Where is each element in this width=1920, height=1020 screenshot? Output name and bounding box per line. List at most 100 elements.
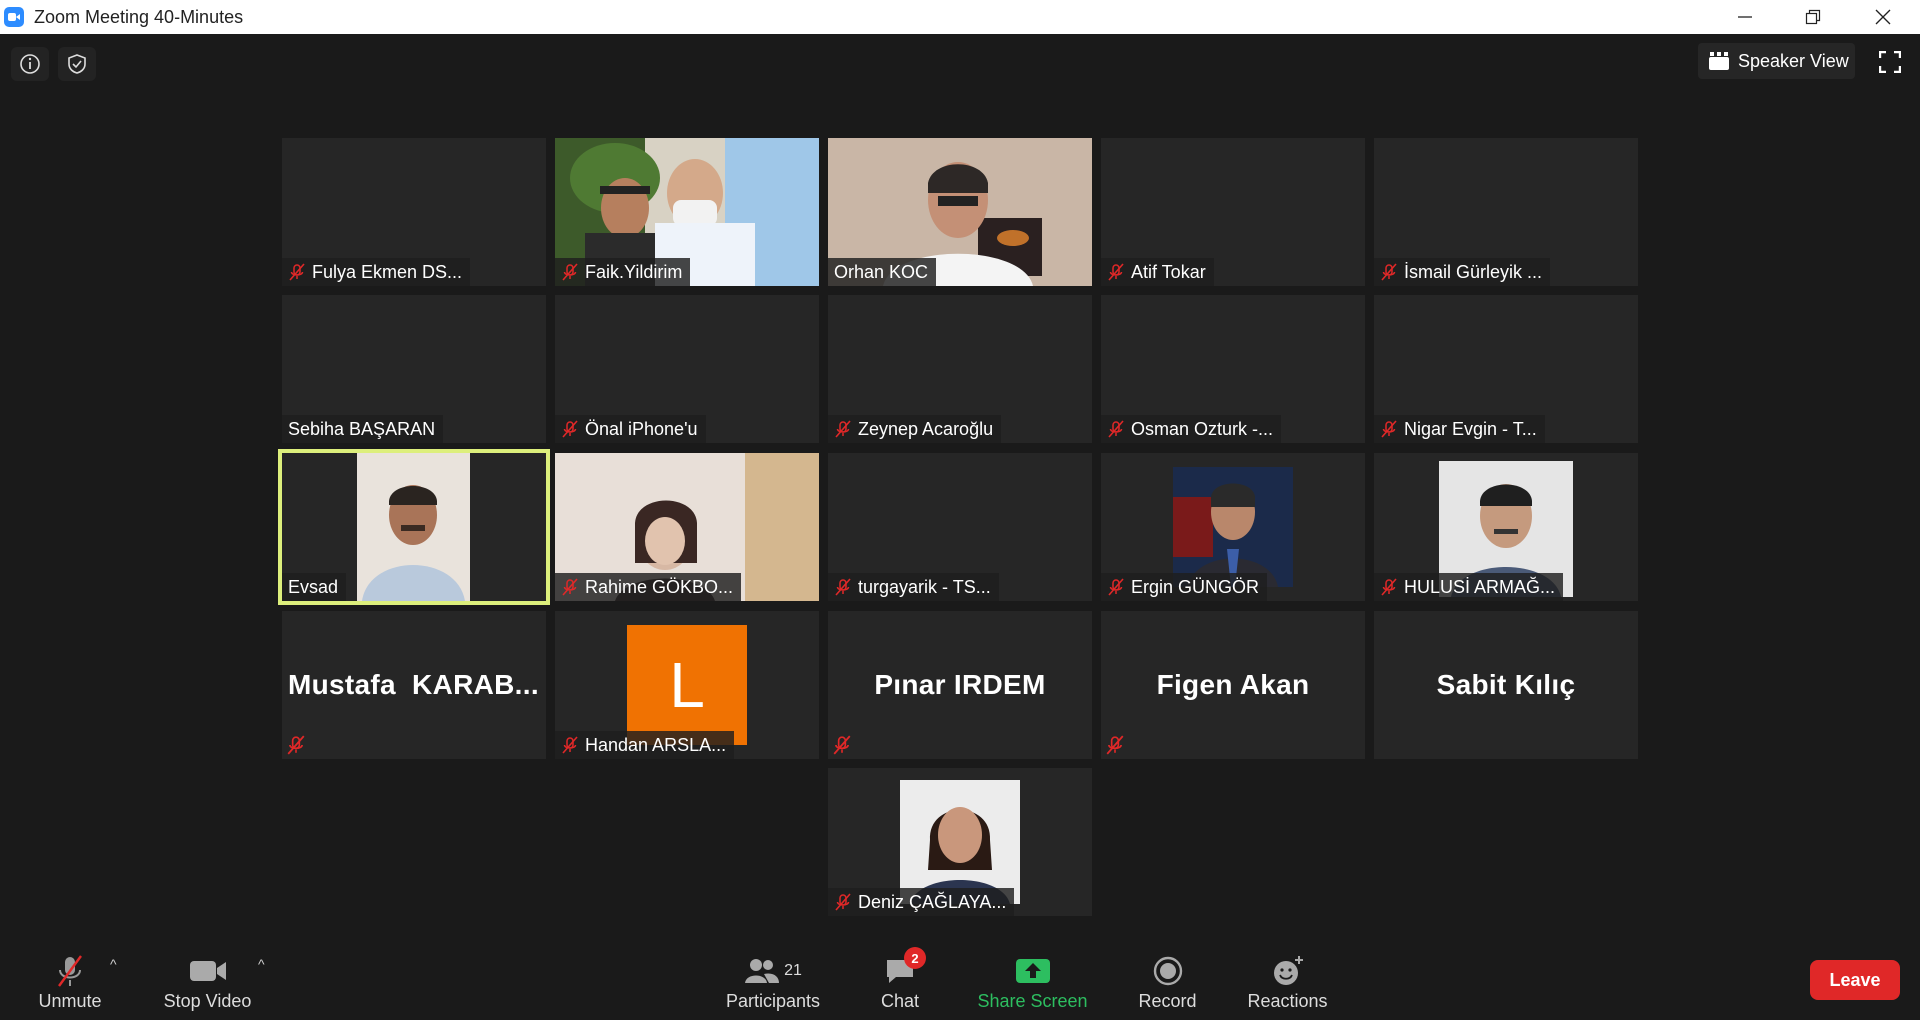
title-bar: Zoom Meeting 40-Minutes	[0, 0, 1920, 34]
minimize-button[interactable]	[1710, 0, 1780, 34]
mic-muted-icon	[287, 735, 305, 755]
participant-tile[interactable]: Sebiha BAŞARAN	[282, 295, 546, 443]
participant-display-name: Sabit Kılıç	[1436, 669, 1576, 700]
mic-muted-icon	[562, 420, 578, 438]
mic-muted-icon	[1108, 578, 1124, 596]
share-screen-button[interactable]: Share Screen	[975, 942, 1090, 1020]
participants-icon	[745, 959, 780, 983]
participant-name-tag: Rahime GÖKBO...	[555, 573, 742, 601]
participant-tile[interactable]: Pınar IRDEM	[828, 611, 1092, 759]
video-camera-icon	[189, 961, 226, 981]
zoom-logo-icon	[4, 7, 24, 27]
info-icon	[20, 54, 40, 74]
profile-photo	[900, 780, 1020, 904]
mic-muted-icon	[1381, 420, 1397, 438]
participant-tile[interactable]: Önal iPhone'u	[555, 295, 819, 443]
participant-tile[interactable]: Figen Akan	[1101, 611, 1365, 759]
record-icon	[1153, 956, 1182, 986]
speaker-view-label: Speaker View	[1738, 50, 1849, 71]
window-title: Zoom Meeting 40-Minutes	[34, 6, 244, 27]
participant-name-tag: Osman Ozturk -...	[1101, 415, 1282, 443]
stop-video-button[interactable]: Stop Video	[155, 942, 260, 1020]
mic-muted-icon	[1108, 420, 1124, 438]
close-icon	[1875, 9, 1891, 25]
mic-muted-icon	[1108, 263, 1124, 281]
participant-tile[interactable]: Mustafa KARAB...	[282, 611, 546, 759]
profile-photo	[1173, 467, 1293, 587]
participant-tile-video[interactable]: Orhan KOC	[828, 138, 1092, 286]
mic-muted-icon	[562, 578, 578, 596]
smiley-plus-icon	[1273, 956, 1303, 985]
participant-name-tag: Orhan KOC	[828, 258, 937, 286]
meeting-info-button[interactable]	[11, 47, 49, 81]
mic-muted-icon	[835, 893, 851, 911]
participant-name-tag: Faik.Yildirim	[555, 258, 691, 286]
participant-tile[interactable]: Zeynep Acaroğlu	[828, 295, 1092, 443]
mic-muted-icon	[1381, 263, 1397, 281]
chat-unread-badge: 2	[904, 947, 926, 969]
participant-name-tag: Zeynep Acaroğlu	[828, 415, 1002, 443]
participant-tile[interactable]: Deniz ÇAĞLAYA...	[828, 768, 1092, 916]
leave-button[interactable]: Leave	[1810, 960, 1900, 1000]
participant-tile[interactable]: turgayarik - TS...	[828, 453, 1092, 601]
restore-button[interactable]	[1778, 0, 1848, 34]
participant-name-tag: HULUSİ ARMAĞ...	[1374, 573, 1564, 601]
participant-name-tag: Ergin GÜNGÖR	[1101, 573, 1268, 601]
mic-muted-icon	[835, 578, 851, 596]
mic-muted-icon	[1381, 578, 1397, 596]
participant-tile[interactable]: HULUSİ ARMAĞ...	[1374, 453, 1638, 601]
participant-tile[interactable]: Nigar Evgin - T...	[1374, 295, 1638, 443]
mic-muted-icon	[58, 955, 82, 987]
security-button[interactable]	[58, 47, 96, 81]
mic-muted-icon	[835, 420, 851, 438]
participant-name-tag: Evsad	[282, 573, 347, 601]
participant-name-tag: Nigar Evgin - T...	[1374, 415, 1545, 443]
mic-muted-icon	[1106, 735, 1124, 755]
meeting-toolbar: Unmute ^ Stop Video ^ 21 Participants 2 …	[0, 942, 1920, 1020]
participant-tile-video[interactable]: Faik.Yildirim	[555, 138, 819, 286]
participant-tile[interactable]: Atif Tokar	[1101, 138, 1365, 286]
participant-tile[interactable]: Sabit Kılıç	[1374, 611, 1638, 759]
participant-name-tag: turgayarik - TS...	[828, 573, 999, 601]
participant-name-tag: Fulya Ekmen DS...	[282, 258, 471, 286]
chat-button[interactable]: 2 Chat	[870, 942, 930, 1020]
participant-display-name: Mustafa KARAB...	[288, 669, 539, 700]
participant-name-tag: Önal iPhone'u	[555, 415, 706, 443]
participants-count: 21	[784, 962, 802, 979]
minimize-icon	[1738, 16, 1752, 18]
participant-display-name: Figen Akan	[1156, 669, 1310, 700]
mic-muted-icon	[833, 735, 851, 755]
participant-name-tag: Atif Tokar	[1101, 258, 1214, 286]
restore-icon	[1805, 9, 1821, 25]
participant-tile-active-speaker[interactable]: Evsad	[278, 449, 550, 605]
mic-muted-icon	[562, 736, 578, 754]
share-screen-icon	[1015, 959, 1050, 983]
participant-tile[interactable]: Fulya Ekmen DS...	[282, 138, 546, 286]
record-button[interactable]: Record	[1130, 942, 1205, 1020]
participant-tile-video[interactable]: Rahime GÖKBO...	[555, 453, 819, 601]
participants-button[interactable]: 21 Participants	[718, 942, 828, 1020]
fullscreen-button[interactable]	[1870, 45, 1910, 79]
video-feed-man-speaking	[357, 453, 470, 601]
participant-tile[interactable]: Osman Ozturk -...	[1101, 295, 1365, 443]
participant-tile[interactable]: Ergin GÜNGÖR	[1101, 453, 1365, 601]
shield-check-icon	[68, 54, 86, 74]
unmute-button[interactable]: Unmute	[25, 942, 115, 1020]
avatar-letter: L	[627, 625, 747, 745]
chevron-up-icon[interactable]: ^	[110, 956, 117, 972]
speaker-view-button[interactable]: Speaker View	[1698, 43, 1855, 79]
participant-tile[interactable]: L Handan ARSLA...	[555, 611, 819, 759]
close-button[interactable]	[1848, 0, 1918, 34]
mic-muted-icon	[289, 263, 305, 281]
participant-name-tag: İsmail Gürleyik ...	[1374, 258, 1551, 286]
fullscreen-icon	[1879, 51, 1901, 73]
grid-view-icon	[1709, 52, 1729, 70]
participant-name-tag: Deniz ÇAĞLAYA...	[828, 888, 1015, 916]
reactions-button[interactable]: Reactions	[1240, 942, 1335, 1020]
participant-display-name: Pınar IRDEM	[874, 669, 1046, 700]
participant-tile[interactable]: İsmail Gürleyik ...	[1374, 138, 1638, 286]
participant-name-tag: Handan ARSLA...	[555, 731, 735, 759]
participant-name-tag: Sebiha BAŞARAN	[282, 415, 444, 443]
chevron-up-icon[interactable]: ^	[258, 956, 265, 972]
mic-muted-icon	[562, 263, 578, 281]
